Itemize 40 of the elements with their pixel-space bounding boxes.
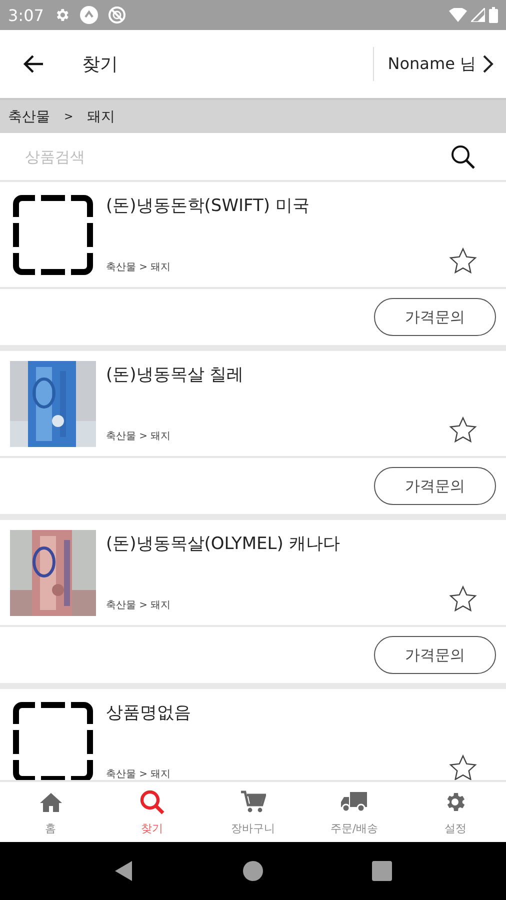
caret-circle-icon	[80, 6, 98, 24]
circle-slash-icon	[108, 6, 126, 24]
breadcrumb-item[interactable]: 축산물	[8, 108, 50, 126]
chevron-icon	[482, 54, 494, 74]
status-time: 3:07	[8, 6, 44, 24]
nav-tab[interactable]: 장바구니	[202, 782, 304, 842]
search-field[interactable]: 상품검색	[0, 133, 450, 180]
page-title: 찾기	[82, 53, 118, 76]
recents-nav-button[interactable]	[372, 861, 392, 881]
user-button[interactable]: Noname 님	[372, 47, 506, 81]
product-name: 상품명없음	[106, 702, 192, 724]
price-inquiry-button[interactable]: 가격문의	[374, 636, 496, 674]
price-inquiry-button[interactable]: 가격문의	[374, 298, 496, 336]
product-name: (돈)냉동목살 칠레	[106, 364, 245, 386]
product-category: 축산물 > 돼지	[106, 261, 172, 274]
breadcrumb-item[interactable]: 돼지	[87, 108, 116, 126]
price-inquiry-button[interactable]: 가격문의	[374, 467, 496, 505]
home-nav-button[interactable]	[242, 861, 263, 881]
search-icon	[138, 788, 165, 814]
product-name: (돈)냉동목살(OLYMEL) 캐나다	[106, 533, 341, 555]
image-placeholder-icon	[10, 192, 96, 278]
image-placeholder-icon	[10, 699, 96, 780]
wifi-icon	[449, 8, 467, 22]
back-nav-button[interactable]	[114, 860, 134, 882]
favorite-star-icon[interactable]	[448, 247, 478, 275]
favorite-star-icon[interactable]	[448, 754, 478, 780]
nav-tab[interactable]: 홈	[0, 782, 102, 842]
breadcrumb-separator: >	[64, 110, 74, 123]
product-category: 축산물 > 돼지	[106, 430, 172, 443]
signal-icon	[471, 8, 485, 22]
cart-icon	[240, 788, 266, 814]
nav-tab[interactable]: 설정	[404, 782, 506, 842]
product-name: (돈)냉동돈학(SWIFT) 미국	[106, 195, 310, 217]
favorite-star-icon[interactable]	[448, 585, 478, 613]
product-category: 축산물 > 돼지	[106, 768, 172, 780]
battery-icon	[489, 7, 498, 23]
nav-tab[interactable]: 주문/배송	[304, 782, 405, 842]
favorite-star-icon[interactable]	[448, 416, 478, 444]
product-category: 축산물 > 돼지	[106, 599, 172, 612]
search-button[interactable]	[450, 144, 476, 170]
